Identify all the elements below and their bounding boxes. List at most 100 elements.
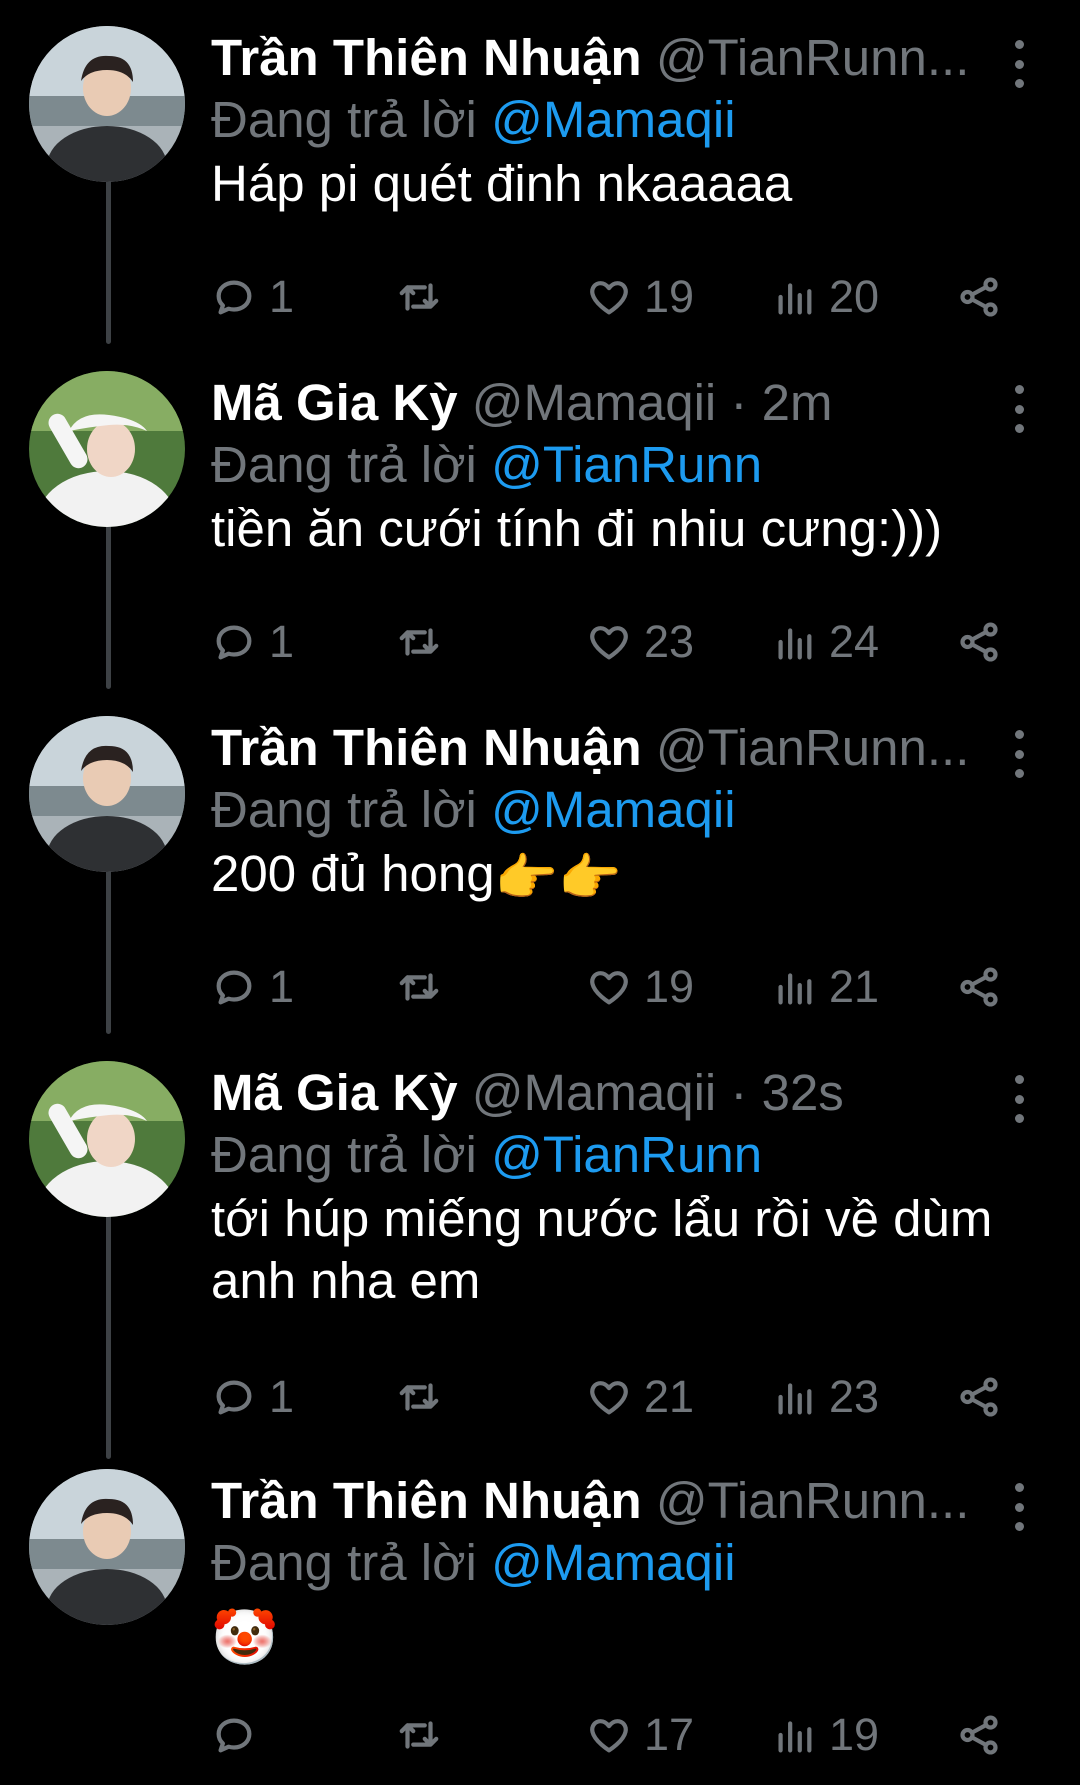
views-button[interactable]: 19 — [771, 1705, 879, 1765]
replying-prefix: Đang trả lời — [211, 91, 477, 148]
heart-icon — [590, 626, 628, 660]
share-icon — [960, 967, 998, 1007]
share-icon — [960, 622, 998, 662]
avatar[interactable] — [29, 371, 185, 527]
retweet-button[interactable] — [396, 612, 442, 672]
more-vertical-icon[interactable] — [999, 1483, 1039, 1531]
tweet-text: tiền ăn cưới tính đi nhiu cưng:))) — [211, 500, 943, 557]
replying-to: Đang trả lời @TianRunn — [211, 435, 762, 495]
tweet[interactable]: Mã Gia Kỳ @Mamaqii · 32s Đang trả lời @T… — [0, 1061, 1080, 1441]
heart-icon — [590, 281, 628, 315]
tweet[interactable]: Trần Thiên Nhuận @TianRunn... Đang trả l… — [0, 26, 1080, 336]
view-count: 19 — [829, 1709, 880, 1760]
reply-button[interactable]: 1 — [211, 267, 294, 327]
clown-emoji: 🤡 — [211, 1608, 279, 1668]
avatar[interactable] — [29, 1469, 185, 1625]
views-icon — [778, 1383, 812, 1415]
more-vertical-icon[interactable] — [999, 730, 1039, 778]
like-count: 23 — [644, 616, 695, 667]
action-bar: 1 19 20 — [211, 267, 1011, 327]
user-handle: @Mamaqii · 2m — [471, 374, 833, 431]
retweet-button[interactable] — [396, 957, 442, 1017]
like-button[interactable]: 21 — [586, 1367, 694, 1427]
share-button[interactable] — [956, 1705, 1002, 1765]
reply-button[interactable]: 1 — [211, 612, 294, 672]
reply-icon — [216, 970, 252, 1005]
like-button[interactable]: 19 — [586, 957, 694, 1017]
views-button[interactable]: 23 — [771, 1367, 879, 1427]
retweet-button[interactable] — [396, 267, 442, 327]
reply-button[interactable]: 1 — [211, 1367, 294, 1427]
action-bar: 17 19 — [211, 1705, 1011, 1765]
like-count: 19 — [644, 961, 695, 1012]
retweet-icon — [399, 1383, 439, 1411]
views-icon — [778, 283, 812, 315]
reply-icon — [216, 1380, 252, 1415]
share-button[interactable] — [956, 612, 1002, 672]
avatar[interactable] — [29, 1061, 185, 1217]
views-button[interactable]: 24 — [771, 612, 879, 672]
mention-link[interactable]: @TianRunn — [491, 436, 762, 493]
retweet-button[interactable] — [396, 1367, 442, 1427]
tweet[interactable]: Trần Thiên Nhuận @TianRunn... Đang trả l… — [0, 716, 1080, 1026]
display-name[interactable]: Mã Gia Kỳ — [211, 374, 458, 431]
tweet[interactable]: Mã Gia Kỳ @Mamaqii · 2m Đang trả lời @Ti… — [0, 371, 1080, 681]
replying-to: Đang trả lời @Mamaqii — [211, 780, 736, 840]
reply-button[interactable]: 1 — [211, 957, 294, 1017]
like-count: 19 — [644, 271, 695, 322]
share-icon — [960, 1715, 998, 1755]
tweet-text: Háp pi quét đinh nkaaaaa — [211, 155, 793, 212]
like-count: 21 — [644, 1371, 695, 1422]
retweet-button[interactable] — [396, 1705, 442, 1765]
share-button[interactable] — [956, 1367, 1002, 1427]
view-count: 24 — [829, 616, 880, 667]
like-count: 17 — [644, 1709, 695, 1760]
more-vertical-icon[interactable] — [999, 40, 1039, 88]
reply-count: 1 — [269, 1371, 295, 1422]
user-handle: @Mamaqii · 32s — [471, 1064, 844, 1121]
replying-to: Đang trả lời @Mamaqii — [211, 90, 736, 150]
replying-prefix: Đang trả lời — [211, 781, 477, 838]
views-button[interactable]: 21 — [771, 957, 879, 1017]
views-icon — [778, 1721, 812, 1753]
tweet-header: Trần Thiên Nhuận @TianRunn... — [211, 718, 981, 778]
tweet-header: Mã Gia Kỳ @Mamaqii · 32s — [211, 1063, 981, 1123]
like-button[interactable]: 23 — [586, 612, 694, 672]
heart-icon — [590, 1719, 628, 1753]
user-handle: @TianRunn... — [655, 719, 970, 776]
share-button[interactable] — [956, 267, 1002, 327]
mention-link[interactable]: @Mamaqii — [491, 781, 736, 838]
view-count: 20 — [829, 271, 880, 322]
mention-link[interactable]: @Mamaqii — [491, 91, 736, 148]
user-handle: @TianRunn... — [655, 1472, 970, 1529]
reply-icon — [216, 1718, 252, 1753]
display-name[interactable]: Trần Thiên Nhuận — [211, 1472, 642, 1529]
like-button[interactable]: 17 — [586, 1705, 694, 1765]
share-button[interactable] — [956, 957, 1002, 1017]
action-bar: 1 19 21 — [211, 957, 1011, 1017]
avatar[interactable] — [29, 26, 185, 182]
display-name[interactable]: Mã Gia Kỳ — [211, 1064, 458, 1121]
retweet-icon — [399, 283, 439, 311]
more-vertical-icon[interactable] — [999, 1075, 1039, 1123]
share-icon — [960, 277, 998, 317]
views-icon — [778, 973, 812, 1005]
tweet-text: 200 đủ hong👉👉 — [211, 843, 1041, 909]
like-button[interactable]: 19 — [586, 267, 694, 327]
mention-link[interactable]: @Mamaqii — [491, 1534, 736, 1591]
reply-button[interactable] — [211, 1705, 269, 1765]
tweet-text: tới húp miếng nước lẩu rồi về dùm anh nh… — [211, 1190, 993, 1309]
tweet-header: Trần Thiên Nhuận @TianRunn... — [211, 1471, 981, 1531]
more-vertical-icon[interactable] — [999, 385, 1039, 433]
tweet[interactable]: Trần Thiên Nhuận @TianRunn... Đang trả l… — [0, 1469, 1080, 1785]
mention-link[interactable]: @TianRunn — [491, 1126, 762, 1183]
avatar[interactable] — [29, 716, 185, 872]
retweet-icon — [399, 973, 439, 1001]
reply-count: 1 — [269, 271, 295, 322]
heart-icon — [590, 971, 628, 1005]
display-name[interactable]: Trần Thiên Nhuận — [211, 719, 642, 776]
retweet-icon — [399, 628, 439, 656]
display-name[interactable]: Trần Thiên Nhuận — [211, 29, 642, 86]
replying-to: Đang trả lời @Mamaqii — [211, 1533, 736, 1593]
views-button[interactable]: 20 — [771, 267, 879, 327]
